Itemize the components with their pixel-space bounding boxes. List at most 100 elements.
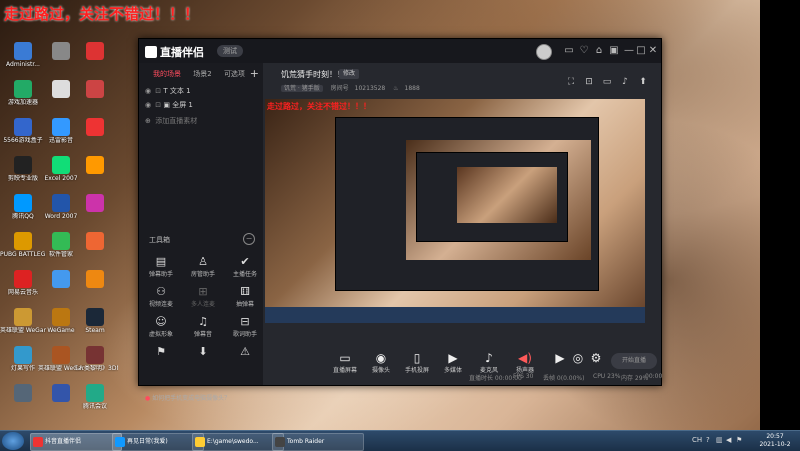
clock[interactable]: 20:57 2021-10-2 — [754, 433, 796, 449]
desktop-icon[interactable]: 《人类黎明》3DM — [72, 346, 118, 372]
app-logo: 直播伴侣 — [145, 44, 204, 60]
add-source-label: 添加直播素材 — [155, 117, 198, 125]
app-icon — [14, 118, 32, 136]
taskbar-item[interactable]: 再见日常(我爱) — [112, 433, 204, 451]
taskbar-app-icon — [275, 437, 285, 447]
tab-my-scene[interactable]: 我的场景 — [153, 69, 181, 79]
tool-button[interactable]: ⚑ — [143, 345, 179, 359]
live-preview[interactable]: 走过路过，关注不错过！！！ — [265, 99, 645, 323]
user-avatar[interactable] — [536, 44, 552, 60]
desktop-icon-label: 软件管家 — [48, 251, 73, 258]
status-time: 00:00 — [645, 373, 663, 380]
desktop-icon-label: 腾讯会议 — [82, 403, 107, 410]
target-button[interactable]: ◎ — [571, 351, 585, 365]
source-item-text[interactable]: ◉ ⊡ T 文本 1 — [145, 85, 255, 97]
tool-button[interactable]: ♫ 弹幕音 — [185, 315, 221, 338]
add-scene-button[interactable]: + — [250, 67, 259, 80]
taskbar-item-label: 再见日常(我爱) — [127, 438, 168, 445]
source-item-fullscreen[interactable]: ◉ ⊡ ▣ 全屏 1 — [145, 99, 255, 111]
clock-time: 20:57 — [766, 433, 784, 440]
tool-button[interactable]: ☺ 虚拟形象 — [143, 315, 179, 338]
tool-button[interactable]: ⚅ 抽弹幕 — [227, 285, 263, 308]
taskbar-item[interactable]: Tomb Raider — [272, 433, 364, 451]
collapse-toolbox-button[interactable]: − — [243, 233, 255, 245]
menu-icon[interactable]: ▣ — [607, 44, 621, 58]
tool-icon: ♫ — [198, 315, 208, 328]
tool-button[interactable]: ✔ 主播任务 — [227, 255, 263, 278]
app-icon — [52, 80, 70, 98]
nested-preview-image-2 — [457, 167, 557, 223]
tool-label: 弹幕助手 — [148, 271, 173, 278]
record-button[interactable]: ▶ — [553, 351, 567, 365]
lock-icon[interactable]: ⊡ — [155, 87, 161, 95]
tool-button[interactable]: ⊞ 多人连麦 — [185, 285, 221, 308]
network-icon[interactable]: ▥ — [716, 436, 723, 444]
eye-icon[interactable]: ◉ — [145, 99, 153, 111]
title-bar: 直播伴侣 测试 ▭ ♡ ⌂ ▣ — □ ✕ — [139, 39, 661, 63]
tool-button[interactable]: ⚇ 视频连麦 — [143, 285, 179, 308]
category-tag[interactable]: 饥荒 · 猪手版 — [281, 85, 323, 92]
taskbar: 抖音直播伴侣 再见日常(我爱) E:\game\swedo... Tomb Raide… — [0, 430, 800, 451]
share-icon[interactable]: ⬆ — [637, 77, 649, 89]
desktop-icon[interactable] — [72, 270, 118, 289]
start-button[interactable] — [2, 432, 24, 450]
tool-icon: ☺ — [155, 315, 167, 328]
tool-label: 歌词助手 — [232, 331, 257, 338]
speaker-icon: ◀) — [518, 351, 532, 365]
help-hint[interactable]: ● 如何把手机变成电脑摄像头？ — [145, 393, 230, 402]
close-button[interactable]: ✕ — [646, 44, 660, 58]
play-icon: ▶ — [448, 351, 458, 365]
desktop-icon[interactable] — [72, 156, 118, 175]
desktop: 走过路过，关注不错过！！！ Administr... 游戏加速器 5566游戏盒子迅… — [0, 0, 800, 430]
taskbar-app-icon — [33, 437, 43, 447]
taskbar-item-label: Tomb Raider — [287, 438, 325, 445]
start-live-button[interactable]: 开始直播 — [611, 353, 657, 369]
bell-icon[interactable]: ♪ — [619, 77, 631, 89]
tool-button[interactable]: ⚠ — [227, 345, 263, 359]
taskbar-app-icon — [115, 437, 125, 447]
add-source-button[interactable]: ⊕ 添加直播素材 — [145, 115, 255, 127]
tool-button[interactable]: ⬇ — [185, 345, 221, 359]
tool-button[interactable]: ♙ 房管助手 — [185, 255, 221, 278]
heat-icon: ♨ — [393, 85, 399, 92]
desktop-icon[interactable]: 腾讯会议 — [72, 384, 118, 410]
edit-title-button[interactable]: 修改 — [339, 69, 360, 79]
app-icon — [86, 270, 104, 288]
help-tray-icon[interactable]: ? — [706, 436, 710, 444]
settings-button[interactable]: ⚙ — [589, 351, 603, 365]
tab-scene-2[interactable]: 场景2 — [193, 69, 211, 79]
tool-button[interactable]: ⊟ 歌词助手 — [227, 315, 263, 338]
app-icon — [86, 384, 104, 402]
desktop-icon[interactable] — [72, 232, 118, 251]
desktop-icon-label: 《人类黎明》3DM — [72, 365, 118, 372]
flag-icon[interactable]: ⚑ — [736, 436, 742, 444]
gear-icon: ⚙ — [590, 351, 602, 365]
favorite-icon[interactable]: ♡ — [577, 44, 591, 58]
tool-button[interactable]: ▤ 弹幕助手 — [143, 255, 179, 278]
taskbar-item[interactable]: 抖音直播伴侣 — [30, 433, 122, 451]
app-icon — [86, 80, 104, 98]
version-badge[interactable]: 测试 — [217, 45, 243, 57]
help-hint-text: 如何把手机变成电脑摄像头？ — [152, 395, 231, 402]
desktop-icon[interactable] — [72, 194, 118, 213]
desktop-icon[interactable] — [72, 118, 118, 137]
layout-icon[interactable]: ▭ — [601, 77, 613, 89]
desktop-icon[interactable] — [72, 80, 118, 99]
desktop-icon-label: Steam — [85, 327, 105, 334]
home-icon[interactable]: ⌂ — [592, 44, 606, 58]
tool-icon: ⬇ — [198, 345, 208, 358]
taskbar-item[interactable]: E:\game\swedo... — [192, 433, 284, 451]
eye-icon[interactable]: ◉ — [145, 85, 153, 97]
fullscreen-icon[interactable]: ⛶ — [565, 77, 577, 89]
message-icon[interactable]: ▭ — [562, 44, 576, 58]
live-companion-window: 直播伴侣 测试 ▭ ♡ ⌂ ▣ — □ ✕ 我的场景 场景2 可选项 + ◉ ⊡… — [138, 38, 663, 402]
desktop-icon[interactable] — [72, 42, 118, 61]
language-indicator[interactable]: CH — [692, 436, 702, 444]
room-id-label: 房间号 — [330, 85, 349, 92]
screenshot-icon[interactable]: ⊡ — [583, 77, 595, 89]
volume-icon[interactable]: ◀ — [726, 436, 731, 444]
app-icon — [86, 194, 104, 212]
desktop-icon[interactable]: Steam — [72, 308, 118, 334]
lock-icon[interactable]: ⊡ — [155, 101, 161, 109]
tab-options[interactable]: 可选项 — [224, 69, 245, 79]
